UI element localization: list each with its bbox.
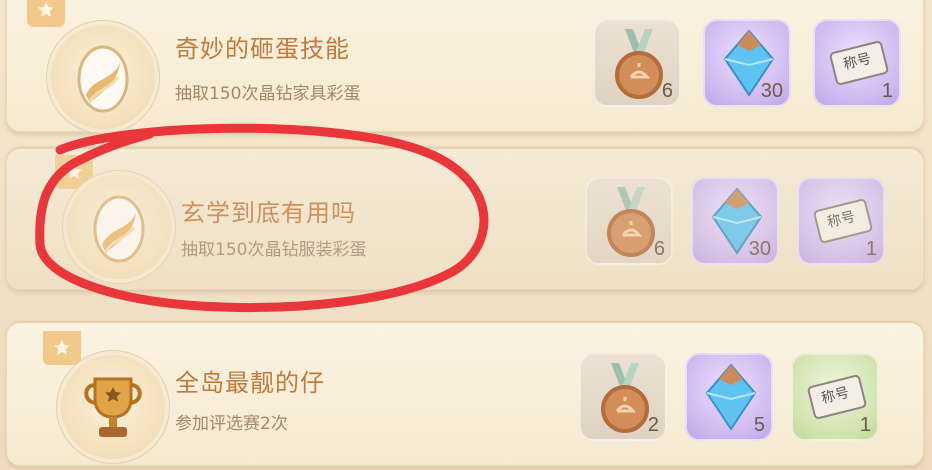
reward-diamond[interactable]: 5 xyxy=(685,353,773,441)
reward-count: 1 xyxy=(859,414,871,436)
achievement-title: 全岛最靓的仔 xyxy=(175,369,325,397)
achievement-card[interactable]: 全岛最靓的仔 参加评选赛2次 2 5 称号 1 xyxy=(6,320,924,466)
trophy-icon xyxy=(84,377,142,437)
reward-count: 1 xyxy=(865,238,877,260)
star-badge-icon xyxy=(55,155,93,189)
reward-title-card[interactable]: 称号 1 xyxy=(797,177,885,265)
reward-count: 5 xyxy=(753,414,765,436)
star-badge-icon xyxy=(27,0,65,27)
achievement-subtitle: 抽取150次晶钻服装彩蛋 xyxy=(181,240,367,260)
achievement-card[interactable]: 玄学到底有用吗 抽取150次晶钻服装彩蛋 6 30 称号 1 xyxy=(6,146,924,290)
achievement-subtitle: 参加评选赛2次 xyxy=(175,414,288,434)
achievement-card[interactable]: 奇妙的砸蛋技能 抽取150次晶钻家具彩蛋 6 30 称号 1 xyxy=(6,0,924,132)
achievement-subtitle: 抽取150次晶钻家具彩蛋 xyxy=(175,84,361,104)
reward-count: 30 xyxy=(748,238,771,260)
reward-count: 2 xyxy=(647,414,659,436)
star-badge-icon xyxy=(43,331,81,365)
reward-title-card[interactable]: 称号 1 xyxy=(791,353,879,441)
reward-count: 6 xyxy=(661,80,673,102)
reward-diamond[interactable]: 30 xyxy=(703,19,791,107)
achievement-icon xyxy=(61,355,165,459)
achievement-icon xyxy=(51,25,155,129)
reward-medal[interactable]: 6 xyxy=(593,19,681,107)
reward-medal[interactable]: 6 xyxy=(585,177,673,265)
reward-diamond[interactable]: 30 xyxy=(691,177,779,265)
achievement-icon xyxy=(67,175,171,279)
egg-icon xyxy=(77,45,129,113)
reward-count: 1 xyxy=(881,80,893,102)
egg-icon xyxy=(93,195,145,263)
achievement-title: 玄学到底有用吗 xyxy=(181,199,356,227)
reward-title-card[interactable]: 称号 1 xyxy=(813,19,901,107)
achievement-title: 奇妙的砸蛋技能 xyxy=(175,35,350,63)
reward-count: 6 xyxy=(653,238,665,260)
reward-medal[interactable]: 2 xyxy=(579,353,667,441)
reward-count: 30 xyxy=(760,80,783,102)
